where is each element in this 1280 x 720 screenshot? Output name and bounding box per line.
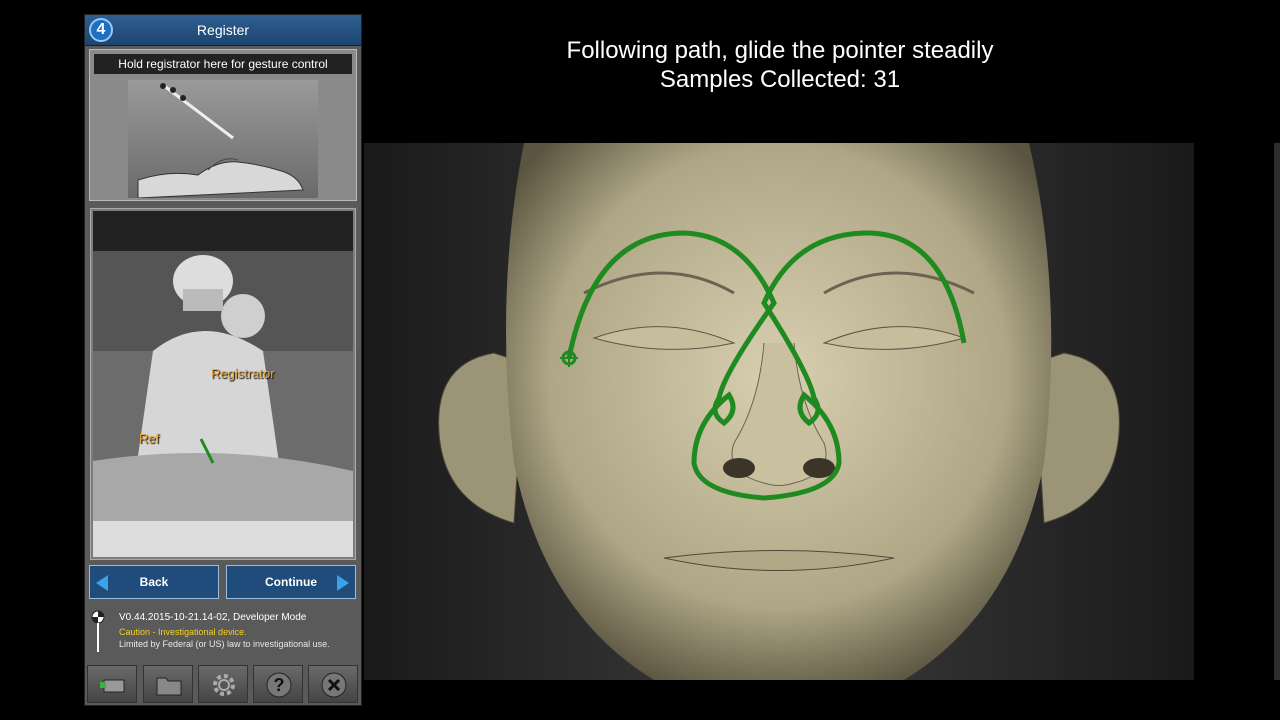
panel-title: Register (196, 22, 250, 38)
secondary-view-edge (1274, 143, 1280, 680)
version-text: V0.44.2015-10-21.14-02, Developer Mode (119, 612, 307, 623)
continue-button[interactable]: Continue (226, 565, 356, 599)
ref-label: Ref (139, 431, 160, 446)
head-model (438, 143, 1120, 680)
bottom-toolbar: ? (87, 665, 359, 705)
settings-button[interactable] (198, 665, 248, 703)
continue-arrow-icon (337, 575, 349, 591)
instruction-line: Following path, glide the pointer steadi… (566, 37, 994, 64)
panel-header: 4 Register (85, 15, 361, 46)
gear-icon (213, 674, 235, 696)
load-button[interactable] (87, 665, 137, 703)
close-icon (321, 672, 347, 698)
3d-head-viewport[interactable] (364, 143, 1194, 680)
samples-collected: Samples Collected: 31 (659, 66, 901, 93)
camera-feed-image (93, 211, 353, 557)
camera-feed-frame: Registrator Ref (90, 208, 356, 560)
caution-text: Caution - Investigational device. (119, 627, 247, 637)
registrator-label: Registrator (211, 366, 275, 381)
open-folder-button[interactable] (143, 665, 193, 703)
load-icon (100, 679, 125, 693)
instruction-text: Following path, glide the pointer steadi… (470, 36, 1090, 94)
gesture-illustration (128, 80, 318, 198)
close-button[interactable] (308, 665, 358, 703)
version-info: V0.44.2015-10-21.14-02, Developer Mode C… (89, 608, 357, 658)
folder-icon (156, 677, 182, 696)
help-icon: ? (266, 672, 292, 698)
device-logo-icon (91, 610, 105, 652)
back-button[interactable]: Back (89, 565, 219, 599)
gesture-control-area[interactable]: Hold registrator here for gesture contro… (89, 49, 357, 201)
help-button[interactable]: ? (253, 665, 303, 703)
back-arrow-icon (96, 575, 108, 591)
svg-text:?: ? (274, 675, 285, 695)
continue-label: Continue (265, 575, 317, 589)
limited-text: Limited by Federal (or US) law to invest… (119, 639, 330, 649)
back-label: Back (139, 575, 169, 589)
register-panel: 4 Register Hold registrator here for ges… (84, 14, 362, 706)
gesture-label: Hold registrator here for gesture contro… (94, 54, 352, 74)
